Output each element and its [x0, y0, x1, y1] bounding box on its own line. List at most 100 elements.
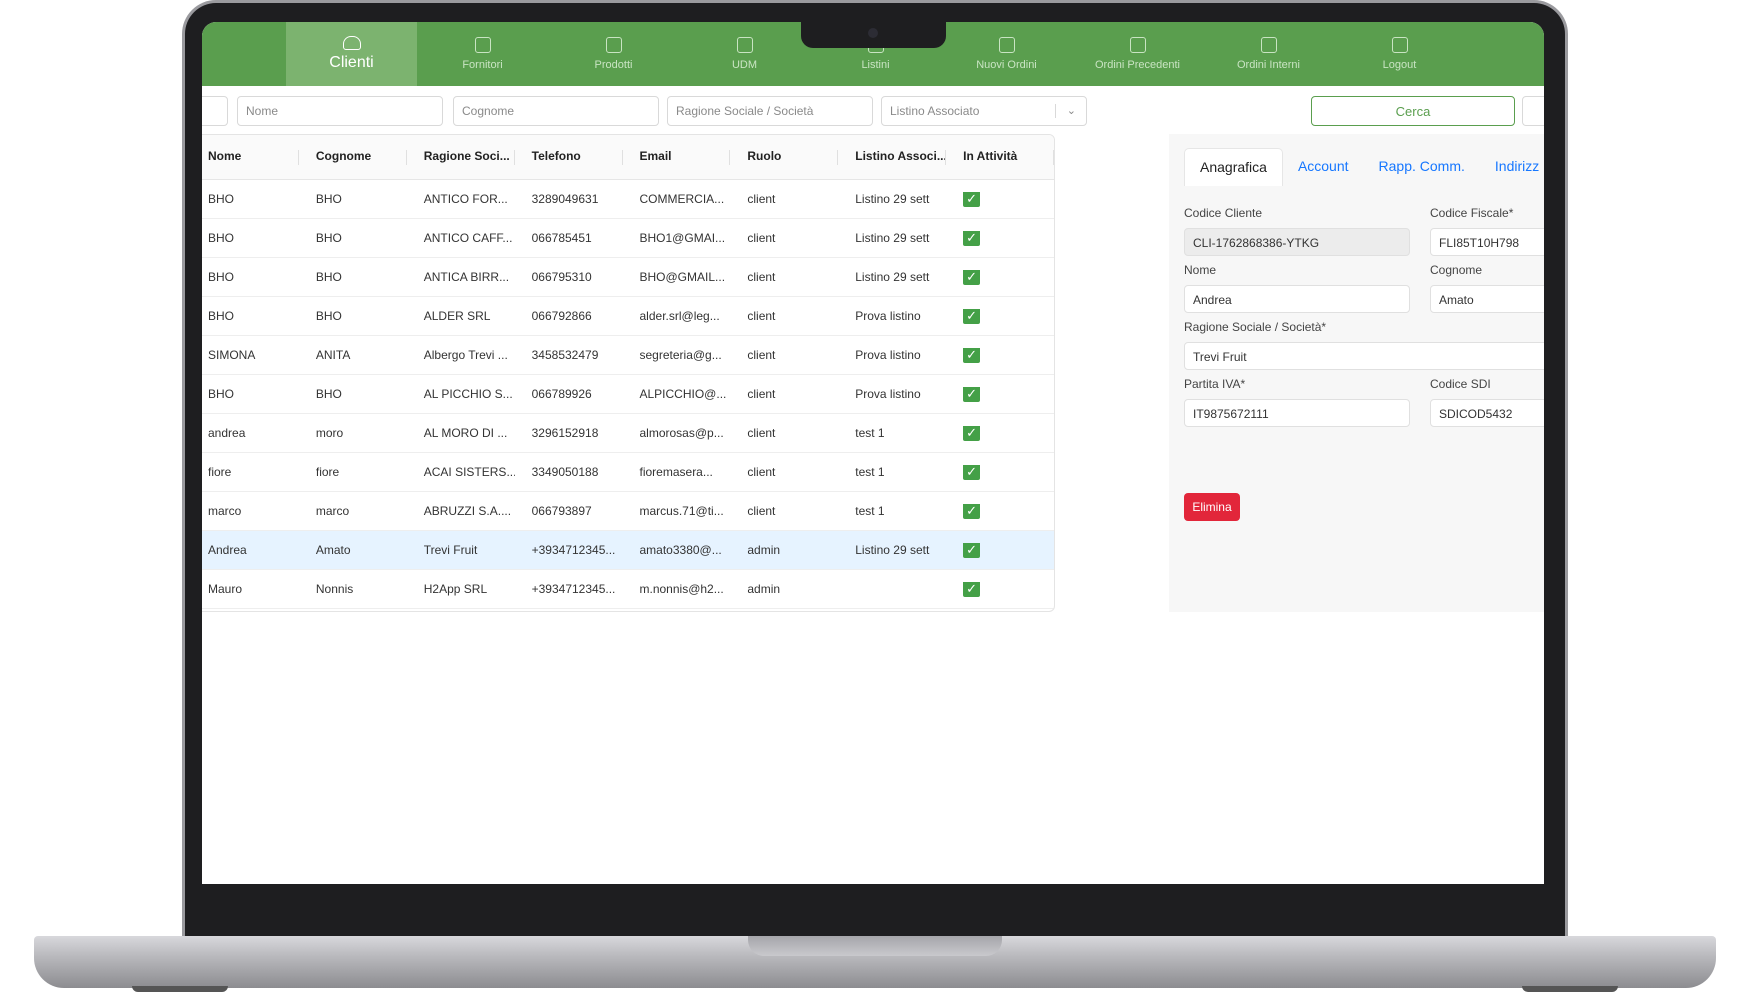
table-cell: Listino 29 sett	[855, 192, 930, 206]
filter-hidden-field[interactable]	[202, 96, 228, 126]
table-cell: test 1	[855, 426, 885, 440]
tab-account[interactable]: Account	[1283, 148, 1364, 186]
nav-item-label: Clienti	[329, 54, 374, 71]
active-checkbox[interactable]: ✓	[963, 191, 981, 207]
table-cell: 066792866	[531, 309, 592, 323]
table-cell: moro	[315, 426, 344, 440]
table-cell: +3934712345...	[531, 543, 616, 557]
table-cell: client	[747, 504, 776, 518]
nav-item-nuovi-ordini[interactable]: Nuovi Ordini	[941, 22, 1072, 86]
tab-anagrafica[interactable]: Anagrafica	[1184, 148, 1283, 186]
table-row[interactable]: BHO BHO ANTICO CAFF... 066785451 BHO1@GMAI..…	[202, 219, 1054, 258]
active-checkbox[interactable]: ✓	[963, 542, 981, 558]
table-cell: m.nonnis@h2...	[639, 582, 724, 596]
active-checkbox[interactable]: ✓	[963, 230, 981, 246]
cognome-label: Cognome	[1430, 263, 1483, 277]
table-cell: client	[747, 426, 776, 440]
filter-cognome-input[interactable]: Cognome	[453, 96, 659, 126]
header-ragione-sociale[interactable]: Ragione Soci...	[407, 135, 515, 179]
table-cell-in-attivita: ✓	[946, 308, 1054, 324]
table-cell: Prova listino	[855, 309, 921, 323]
table-cell: Prova listino	[855, 387, 921, 401]
codice-sdi-field[interactable]: SDICOD5432	[1430, 399, 1544, 427]
table-row[interactable]: BHO BHO ALDER SRL 066792866 alder.srl@leg...…	[202, 297, 1054, 336]
codice-sdi-label: Codice SDI	[1430, 377, 1491, 391]
table-row[interactable]: BHO BHO AL PICCHIO S... 066789926 ALPICCHIO@…	[202, 375, 1054, 414]
header-label: Ragione Soci...	[423, 149, 510, 163]
table-cell: BHO@GMAIL...	[639, 270, 726, 284]
client-detail-panel: Anagrafica Account Rapp. Comm. Indirizz …	[1169, 134, 1544, 612]
tab-rapp-comm[interactable]: Rapp. Comm.	[1364, 148, 1480, 186]
table-row[interactable]: fiore fiore ACAI SISTERS... 3349050188 fiore…	[202, 453, 1054, 492]
truck-icon	[474, 37, 491, 53]
table-cell: BHO	[208, 270, 235, 284]
table-cell-in-attivita: ✓	[946, 269, 1054, 285]
header-listino[interactable]: Listino Associ...	[838, 135, 947, 179]
header-telefono[interactable]: Telefono	[515, 135, 623, 179]
nav-item-prodotti[interactable]: Prodotti	[548, 22, 679, 86]
active-checkbox[interactable]: ✓	[963, 386, 981, 402]
nome-label: Nome	[1184, 263, 1217, 277]
table-cell: admin	[747, 543, 781, 557]
table-row[interactable]: SIMONA ANITA Albergo Trevi ... 3458532479 se…	[202, 336, 1054, 375]
nav-item-ordini-precedenti[interactable]: Ordini Precedenti	[1072, 22, 1203, 86]
partita-iva-label: Partita IVA*	[1184, 377, 1246, 391]
table-row[interactable]: Andrea Amato Trevi Fruit +3934712345... amat…	[202, 531, 1054, 570]
nav-item-label: UDM	[731, 59, 758, 71]
header-ruolo[interactable]: Ruolo	[730, 135, 839, 179]
active-checkbox[interactable]: ✓	[963, 347, 981, 363]
column-separator[interactable]	[1053, 150, 1054, 165]
filter-ragione-sociale-input[interactable]: Ragione Sociale / Società	[667, 96, 873, 126]
table-cell: BHO	[315, 231, 342, 245]
nav-item-logout[interactable]: Logout	[1334, 22, 1465, 86]
table-cell: 066795310	[531, 270, 592, 284]
codice-cliente-field: CLI-1762868386-YTKG	[1184, 228, 1410, 256]
filter-nome-input[interactable]: Nome	[237, 96, 443, 126]
ragione-sociale-field[interactable]: Trevi Fruit	[1184, 342, 1544, 370]
header-label: Nome	[208, 149, 242, 163]
table-cell-in-attivita: ✓	[946, 347, 1054, 363]
header-email[interactable]: Email	[623, 135, 731, 179]
table-cell: ALDER SRL	[423, 309, 491, 323]
select-separator	[1055, 104, 1056, 118]
search-button[interactable]: Cerca	[1311, 96, 1515, 126]
laptop-base-notch	[748, 936, 1002, 956]
table-cell: marco	[208, 504, 242, 518]
table-cell: fiore	[208, 465, 232, 479]
table-row[interactable]: BHO BHO ANTICA BIRR... 066795310 BHO@GMAIL..…	[202, 258, 1054, 297]
table-row[interactable]: andrea moro AL MORO DI ... 3296152918 almoro…	[202, 414, 1054, 453]
table-cell: 066789926	[531, 387, 592, 401]
table-cell: client	[747, 270, 776, 284]
active-checkbox[interactable]: ✓	[963, 308, 981, 324]
table-cell: admin	[747, 582, 781, 596]
filter-listino-select[interactable]: Listino Associato ⌄	[881, 96, 1087, 126]
table-cell: client	[747, 348, 776, 362]
nav-item-ordini-interni[interactable]: Ordini Interni	[1203, 22, 1334, 86]
header-nome[interactable]: Nome	[202, 135, 299, 179]
header-in-attivita[interactable]: In Attività	[946, 135, 1054, 179]
nav-item-fornitori[interactable]: Fornitori	[417, 22, 548, 86]
table-row[interactable]: marco marco ABRUZZI S.A.... 066793897 marcus…	[202, 492, 1054, 531]
nav-item-clienti[interactable]: Clienti	[286, 22, 417, 86]
nav-item-udm[interactable]: UDM	[679, 22, 810, 86]
delete-button[interactable]: Elimina	[1184, 493, 1240, 521]
table-row[interactable]: BHO BHO ANTICO FOR... 3289049631 COMMERCIA..…	[202, 180, 1054, 219]
table-row[interactable]: Mauro Nonnis H2App SRL +3934712345... m.nonn…	[202, 570, 1054, 609]
header-cognome[interactable]: Cognome	[299, 135, 407, 179]
tab-indirizzi[interactable]: Indirizz	[1480, 148, 1544, 186]
active-checkbox[interactable]: ✓	[963, 425, 981, 441]
codice-fiscale-field[interactable]: FLI85T10H798	[1430, 228, 1544, 256]
cognome-field[interactable]: Amato	[1430, 285, 1544, 313]
active-checkbox[interactable]: ✓	[963, 503, 981, 519]
partita-iva-field[interactable]: IT9875672111	[1184, 399, 1410, 427]
active-checkbox[interactable]: ✓	[963, 464, 981, 480]
table-cell: +3934712345...	[531, 582, 616, 596]
extra-button[interactable]	[1522, 96, 1544, 126]
nome-field[interactable]: Andrea	[1184, 285, 1410, 313]
table-cell: marco	[315, 504, 350, 518]
table-cell: H2App SRL	[423, 582, 488, 596]
table-cell: client	[747, 387, 776, 401]
active-checkbox[interactable]: ✓	[963, 269, 981, 285]
active-checkbox[interactable]: ✓	[963, 581, 981, 597]
